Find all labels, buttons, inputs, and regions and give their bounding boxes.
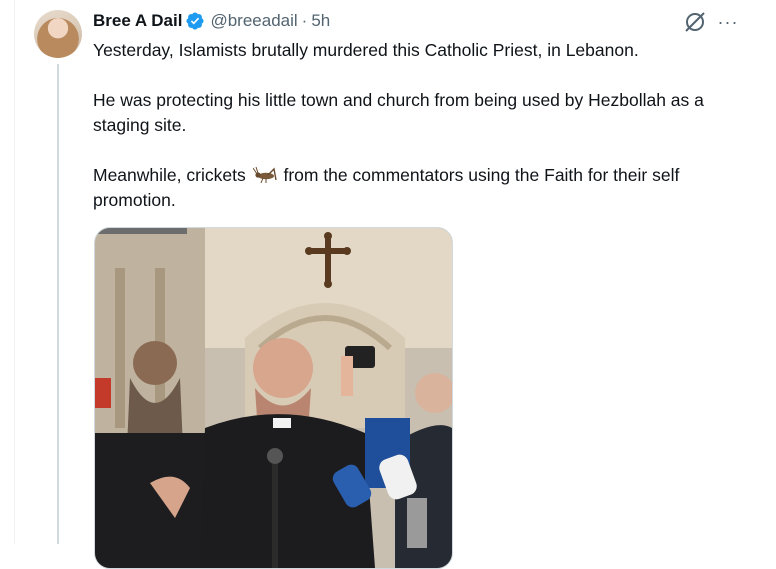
tweet[interactable]: Bree A Dail @breeadail · 5h ··· Yesterda… — [0, 0, 776, 569]
timeline-border — [14, 0, 15, 544]
tweet-header: Bree A Dail @breeadail · 5h — [93, 10, 330, 32]
avatar[interactable] — [34, 10, 82, 58]
tweet-paragraph-3: Meanwhile, crickets from the commentator… — [93, 163, 753, 213]
grok-icon[interactable] — [684, 11, 706, 33]
verified-badge-icon[interactable] — [185, 11, 205, 31]
thread-line — [57, 64, 59, 544]
tweet-media-photo[interactable] — [94, 227, 453, 569]
author-name[interactable]: Bree A Dail — [93, 11, 182, 31]
cricket-emoji-icon — [252, 166, 277, 184]
paragraph-3-start: Meanwhile, crickets — [93, 165, 246, 185]
separator-dot: · — [301, 11, 308, 30]
tweet-paragraph-1: Yesterday, Islamists brutally murdered t… — [93, 40, 639, 60]
tweet-paragraph-2: He was protecting his little town and ch… — [93, 90, 704, 135]
timestamp[interactable]: 5h — [311, 11, 330, 31]
more-icon[interactable]: ··· — [717, 12, 739, 32]
author-handle[interactable]: @breeadail — [210, 11, 297, 31]
